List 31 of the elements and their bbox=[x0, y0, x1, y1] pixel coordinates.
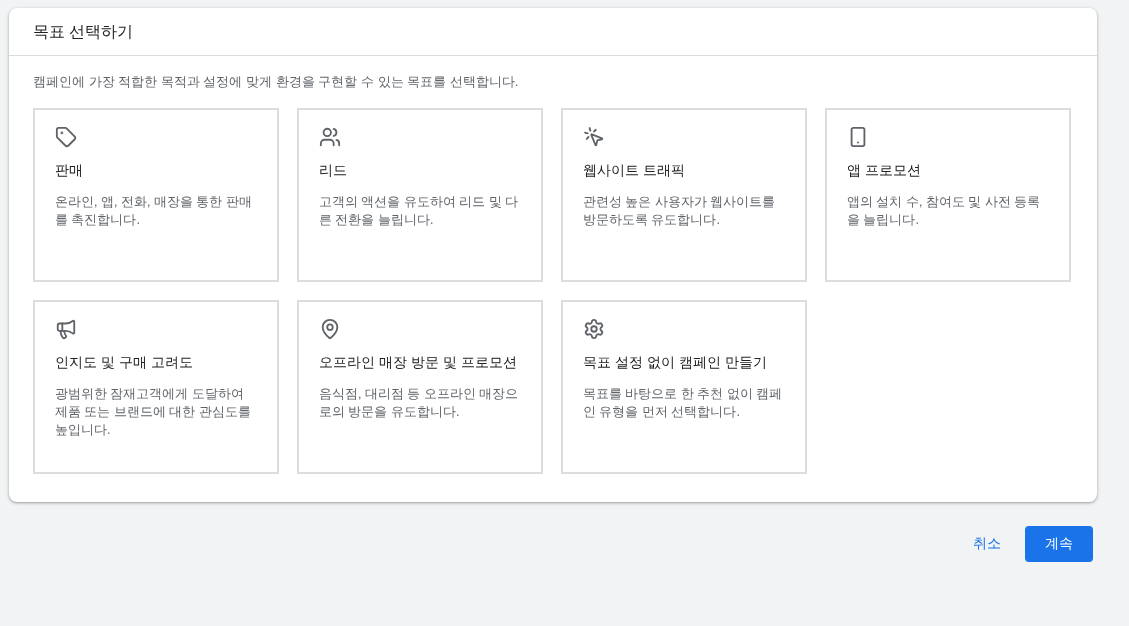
cancel-button[interactable]: 취소 bbox=[957, 525, 1017, 562]
settings-icon bbox=[583, 317, 605, 340]
goal-description: 광범위한 잠재고객에게 도달하여 제품 또는 브랜드에 대한 관심도를 높입니다. bbox=[55, 385, 252, 439]
goal-description: 목표를 바탕으로 한 추천 없이 캠페인 유형을 먼저 선택합니다. bbox=[583, 385, 784, 421]
goal-card[interactable]: 앱 프로모션 앱의 설치 수, 참여도 및 사전 등록을 늘립니다. bbox=[825, 107, 1071, 282]
continue-button[interactable]: 계속 bbox=[1025, 525, 1093, 562]
megaphone-icon bbox=[55, 317, 77, 340]
map-pin-icon bbox=[319, 317, 341, 340]
goal-description: 온라인, 앱, 전화, 매장을 통한 판매를 촉진합니다. bbox=[55, 193, 253, 229]
people-icon bbox=[319, 125, 341, 148]
panel-description: 캠페인에 가장 적합한 목적과 설정에 맞게 환경을 구현할 수 있는 목표를 선택합니다. bbox=[32, 73, 520, 91]
goal-title: 리드 bbox=[319, 160, 348, 180]
goal-description: 관련성 높은 사용자가 웹사이트를 방문하도록 유도합니다. bbox=[583, 193, 777, 229]
panel-title: 목표 선택하기 bbox=[33, 21, 134, 42]
cursor-click-icon bbox=[583, 125, 605, 148]
goal-card[interactable]: 오프라인 매장 방문 및 프로모션 음식점, 대리점 등 오프라인 매장으로의 방문을 유도합니다. bbox=[297, 299, 543, 474]
goal-title: 웹사이트 트래픽 bbox=[583, 160, 686, 180]
goal-title: 오프라인 매장 방문 및 프로모션 bbox=[319, 352, 518, 372]
goal-description: 앱의 설치 수, 참여도 및 사전 등록을 늘립니다. bbox=[847, 193, 1042, 229]
goal-card[interactable]: 웹사이트 트래픽 관련성 높은 사용자가 웹사이트를 방문하도록 유도합니다. bbox=[561, 107, 807, 282]
goal-card[interactable]: 판매 온라인, 앱, 전화, 매장을 통한 판매를 촉진합니다. bbox=[33, 107, 279, 282]
goal-description: 고객의 액션을 유도하여 리드 및 다른 전환을 늘립니다. bbox=[319, 193, 520, 229]
tag-icon bbox=[55, 125, 77, 148]
goal-title: 앱 프로모션 bbox=[847, 160, 922, 180]
goal-title: 목표 설정 없이 캠페인 만들기 bbox=[583, 352, 768, 372]
goal-card[interactable]: 리드 고객의 액션을 유도하여 리드 및 다른 전환을 늘립니다. bbox=[297, 107, 543, 282]
goal-description: 음식점, 대리점 등 오프라인 매장으로의 방문을 유도합니다. bbox=[319, 385, 520, 421]
goal-card[interactable]: 목표 설정 없이 캠페인 만들기 목표를 바탕으로 한 추천 없이 캠페인 유형을 먼저 선택합니다. bbox=[561, 299, 807, 474]
goal-title: 판매 bbox=[55, 160, 84, 180]
goal-title: 인지도 및 구매 고려도 bbox=[55, 352, 194, 372]
goal-card[interactable]: 인지도 및 구매 고려도 광범위한 잠재고객에게 도달하여 제품 또는 브랜드에 대한 관심도를 높입니다. bbox=[33, 299, 279, 474]
